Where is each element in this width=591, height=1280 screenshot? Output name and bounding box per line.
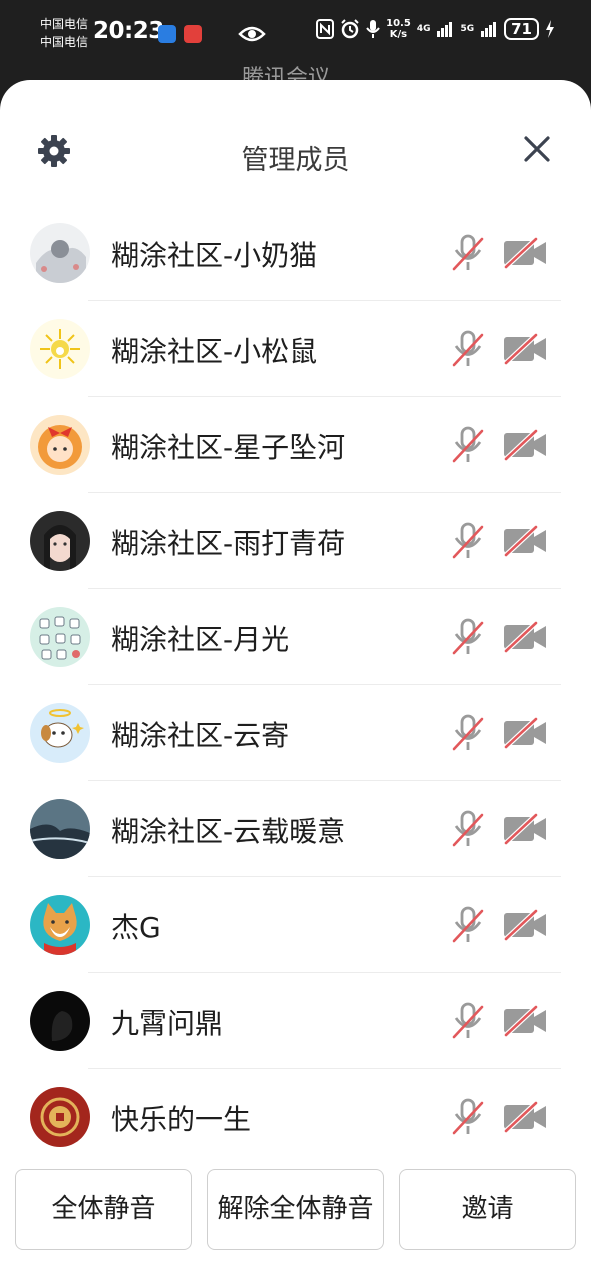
mic-muted-icon[interactable] <box>450 617 486 657</box>
member-name: 快乐的一生 <box>111 1103 252 1136</box>
member-row[interactable]: 糊涂社区-小松鼠 <box>0 301 591 397</box>
unmute-all-button[interactable]: 解除全体静音 <box>207 1169 384 1250</box>
member-row[interactable]: 九霄问鼎 <box>0 973 591 1069</box>
avatar <box>30 703 90 763</box>
eye-icon <box>238 26 266 42</box>
background-meeting-title: 腾讯会议 <box>242 66 331 80</box>
camera-off-icon[interactable] <box>502 813 548 845</box>
invite-button[interactable]: 邀请 <box>399 1169 576 1250</box>
member-name: 糊涂社区-星子坠河 <box>111 431 346 464</box>
manage-members-sheet: 管理成员 糊涂社区-小奶猫 糊涂社区-小松鼠 糊涂社区-星子坠河 糊涂社区-雨打… <box>0 80 591 1280</box>
mic-muted-icon[interactable] <box>450 809 486 849</box>
member-name: 九霄问鼎 <box>111 1007 224 1040</box>
mic-muted-icon[interactable] <box>450 329 486 369</box>
member-name: 糊涂社区-月光 <box>111 623 290 656</box>
clock: 20:23 <box>93 18 164 44</box>
nfc-icon <box>316 19 335 39</box>
close-icon[interactable] <box>520 132 554 166</box>
member-row[interactable]: 杰G <box>0 877 591 973</box>
member-row[interactable]: 糊涂社区-星子坠河 <box>0 397 591 493</box>
footer-actions: 全体静音 解除全体静音 邀请 <box>0 1169 591 1280</box>
member-name: 糊涂社区-小奶猫 <box>111 239 318 272</box>
mute-all-button[interactable]: 全体静音 <box>15 1169 192 1250</box>
camera-off-icon[interactable] <box>502 1101 548 1133</box>
charging-icon <box>546 20 554 38</box>
avatar <box>30 895 90 955</box>
camera-off-icon[interactable] <box>502 237 548 269</box>
avatar <box>30 319 90 379</box>
member-row[interactable]: 糊涂社区-云载暖意 <box>0 781 591 877</box>
member-name: 杰G <box>111 911 161 944</box>
mic-muted-icon[interactable] <box>450 905 486 945</box>
status-icons: 10.5 K/s 4G 5G 71 <box>316 18 555 40</box>
mic-muted-icon[interactable] <box>450 1001 486 1041</box>
signal-icon <box>481 22 497 37</box>
member-row[interactable]: 糊涂社区-月光 <box>0 589 591 685</box>
network-type-4g: 4G <box>416 24 431 34</box>
carrier-1: 中国电信 <box>40 17 89 31</box>
status-bar: 中国电信 中国电信 20:23 10.5 K/s 4G 5G 71 <box>0 0 591 70</box>
carrier-info: 中国电信 中国电信 <box>40 15 88 51</box>
page-title: 管理成员 <box>241 145 350 176</box>
avatar <box>30 1087 90 1147</box>
mic-muted-icon[interactable] <box>450 425 486 465</box>
mic-muted-icon[interactable] <box>450 233 486 273</box>
member-row[interactable]: 快乐的一生 <box>0 1069 591 1165</box>
member-row[interactable]: 糊涂社区-雨打青荷 <box>0 493 591 589</box>
member-row[interactable]: 糊涂社区-云寄 <box>0 685 591 781</box>
carrier-2: 中国电信 <box>40 35 89 49</box>
signal-icon <box>437 22 453 37</box>
camera-off-icon[interactable] <box>502 1005 548 1037</box>
microphone-icon <box>366 20 380 38</box>
app-notification-icon <box>158 25 176 43</box>
avatar <box>30 799 90 859</box>
avatar <box>30 223 90 283</box>
camera-off-icon[interactable] <box>502 717 548 749</box>
mic-muted-icon[interactable] <box>450 713 486 753</box>
avatar <box>30 991 90 1051</box>
mic-muted-icon[interactable] <box>450 521 486 561</box>
avatar <box>30 511 90 571</box>
member-name: 糊涂社区-云寄 <box>111 719 290 752</box>
alarm-icon <box>341 19 359 39</box>
member-name: 糊涂社区-小松鼠 <box>111 335 318 368</box>
network-speed: 10.5 K/s <box>386 18 411 40</box>
avatar <box>30 607 90 667</box>
member-row[interactable]: 糊涂社区-小奶猫 <box>0 205 591 301</box>
camera-off-icon[interactable] <box>502 909 548 941</box>
camera-off-icon[interactable] <box>502 333 548 365</box>
member-name: 糊涂社区-云载暖意 <box>111 815 346 848</box>
member-list: 糊涂社区-小奶猫 糊涂社区-小松鼠 糊涂社区-星子坠河 糊涂社区-雨打青荷 糊涂… <box>0 205 591 1165</box>
camera-off-icon[interactable] <box>502 621 548 653</box>
camera-off-icon[interactable] <box>502 525 548 557</box>
camera-off-icon[interactable] <box>502 429 548 461</box>
member-name: 糊涂社区-雨打青荷 <box>111 527 346 560</box>
avatar <box>30 415 90 475</box>
battery-indicator: 71 <box>504 18 539 40</box>
app-notification-icon <box>184 25 202 43</box>
mic-muted-icon[interactable] <box>450 1097 486 1137</box>
network-type-5g: 5G <box>460 24 475 34</box>
